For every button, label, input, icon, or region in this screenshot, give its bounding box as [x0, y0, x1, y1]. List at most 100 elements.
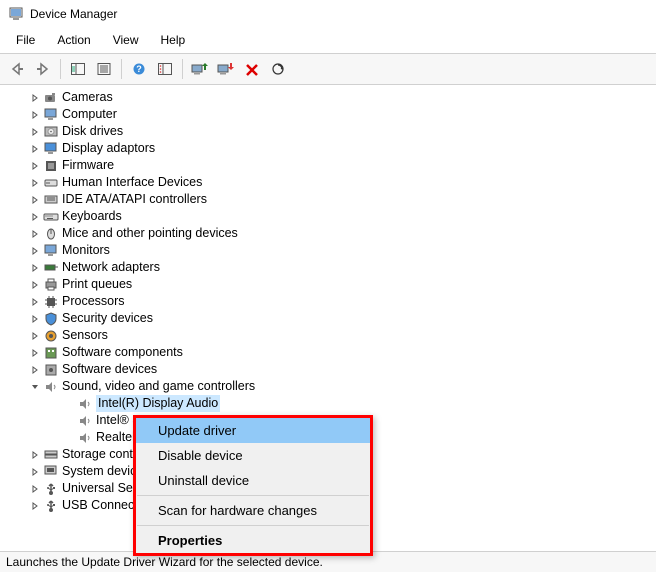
expand-icon[interactable]	[28, 193, 42, 207]
tree-node[interactable]: Intel(R) Display Audio	[62, 395, 654, 412]
node-label: Disk drives	[62, 123, 123, 140]
forward-button[interactable]	[32, 58, 54, 80]
expand-icon[interactable]	[28, 227, 42, 241]
tree-node[interactable]: Monitors	[28, 242, 654, 259]
tree-node[interactable]: Disk drives	[28, 123, 654, 140]
expand-icon[interactable]	[28, 210, 42, 224]
tree-node[interactable]: Print queues	[28, 276, 654, 293]
menu-help[interactable]: Help	[151, 30, 196, 50]
collapse-icon[interactable]	[28, 380, 42, 394]
tree-node[interactable]: Keyboards	[28, 208, 654, 225]
menubar: File Action View Help	[0, 28, 656, 53]
security-icon	[43, 311, 59, 327]
swcomp-icon	[43, 345, 59, 361]
menu-file[interactable]: File	[6, 30, 45, 50]
expand-icon[interactable]	[28, 142, 42, 156]
svg-text:?: ?	[136, 64, 142, 74]
context-menu: Update driverDisable deviceUninstall dev…	[133, 415, 373, 556]
expand-icon[interactable]	[28, 295, 42, 309]
tree-node[interactable]: Human Interface Devices	[28, 174, 654, 191]
node-label: Sound, video and game controllers	[62, 378, 255, 395]
expand-icon[interactable]	[28, 499, 42, 513]
expand-icon[interactable]	[28, 261, 42, 275]
context-menu-item[interactable]: Scan for hardware changes	[136, 498, 370, 523]
node-label: Print queues	[62, 276, 132, 293]
tree-node[interactable]: Network adapters	[28, 259, 654, 276]
properties-button[interactable]	[93, 58, 115, 80]
expand-icon[interactable]	[28, 108, 42, 122]
node-label: Firmware	[62, 157, 114, 174]
node-label: Keyboards	[62, 208, 122, 225]
uninstall-device-button[interactable]	[241, 58, 263, 80]
action-button[interactable]	[154, 58, 176, 80]
tree-node[interactable]: Firmware	[28, 157, 654, 174]
node-label: Monitors	[62, 242, 110, 259]
status-text: Launches the Update Driver Wizard for th…	[6, 555, 323, 569]
keyboard-icon	[43, 209, 59, 225]
no-expand	[62, 414, 76, 428]
sound-icon	[77, 413, 93, 429]
node-label: Software devices	[62, 361, 157, 378]
node-label: Intel(R) Display Audio	[96, 395, 220, 412]
show-hide-console-button[interactable]	[67, 58, 89, 80]
usb-icon	[43, 498, 59, 514]
scan-hardware-button[interactable]	[267, 58, 289, 80]
hid-icon	[43, 175, 59, 191]
expand-icon[interactable]	[28, 125, 42, 139]
tree-node[interactable]: Processors	[28, 293, 654, 310]
node-label: System device	[62, 463, 143, 480]
context-menu-separator	[137, 495, 369, 496]
expand-icon[interactable]	[28, 363, 42, 377]
expand-icon[interactable]	[28, 91, 42, 105]
node-label: Storage contr	[62, 446, 137, 463]
tree-node[interactable]: IDE ATA/ATAPI controllers	[28, 191, 654, 208]
ide-icon	[43, 192, 59, 208]
expand-icon[interactable]	[28, 329, 42, 343]
expand-icon[interactable]	[28, 244, 42, 258]
tree-node[interactable]: Sensors	[28, 327, 654, 344]
tree-node[interactable]: Computer	[28, 106, 654, 123]
node-label: Computer	[62, 106, 117, 123]
update-driver-button[interactable]	[189, 58, 211, 80]
toolbar-separator	[60, 59, 61, 79]
tree-node[interactable]: Software components	[28, 344, 654, 361]
disable-device-button[interactable]	[215, 58, 237, 80]
context-menu-separator	[137, 525, 369, 526]
context-menu-item[interactable]: Properties	[136, 528, 370, 553]
tree-node[interactable]: Sound, video and game controllers	[28, 378, 654, 395]
context-menu-item[interactable]: Uninstall device	[136, 468, 370, 493]
processor-icon	[43, 294, 59, 310]
menu-view[interactable]: View	[103, 30, 149, 50]
menu-action[interactable]: Action	[47, 30, 100, 50]
expand-icon[interactable]	[28, 159, 42, 173]
tree-node[interactable]: Display adaptors	[28, 140, 654, 157]
tree-node[interactable]: Software devices	[28, 361, 654, 378]
expand-icon[interactable]	[28, 176, 42, 190]
node-label: Universal Seri	[62, 480, 140, 497]
system-icon	[43, 464, 59, 480]
node-label: Human Interface Devices	[62, 174, 202, 191]
display-icon	[43, 141, 59, 157]
context-menu-item[interactable]: Disable device	[136, 443, 370, 468]
node-label: IDE ATA/ATAPI controllers	[62, 191, 207, 208]
tree-node[interactable]: Security devices	[28, 310, 654, 327]
help-button[interactable]: ?	[128, 58, 150, 80]
no-expand	[62, 431, 76, 445]
sound-icon	[43, 379, 59, 395]
mouse-icon	[43, 226, 59, 242]
expand-icon[interactable]	[28, 346, 42, 360]
context-menu-item[interactable]: Update driver	[136, 418, 370, 443]
node-label: Network adapters	[62, 259, 160, 276]
expand-icon[interactable]	[28, 278, 42, 292]
expand-icon[interactable]	[28, 482, 42, 496]
tree-node[interactable]: Cameras	[28, 89, 654, 106]
tree-node[interactable]: Mice and other pointing devices	[28, 225, 654, 242]
back-button[interactable]	[6, 58, 28, 80]
expand-icon[interactable]	[28, 448, 42, 462]
node-label: Sensors	[62, 327, 108, 344]
window-title: Device Manager	[30, 7, 117, 21]
sound-icon	[77, 430, 93, 446]
usb-icon	[43, 481, 59, 497]
expand-icon[interactable]	[28, 312, 42, 326]
expand-icon[interactable]	[28, 465, 42, 479]
